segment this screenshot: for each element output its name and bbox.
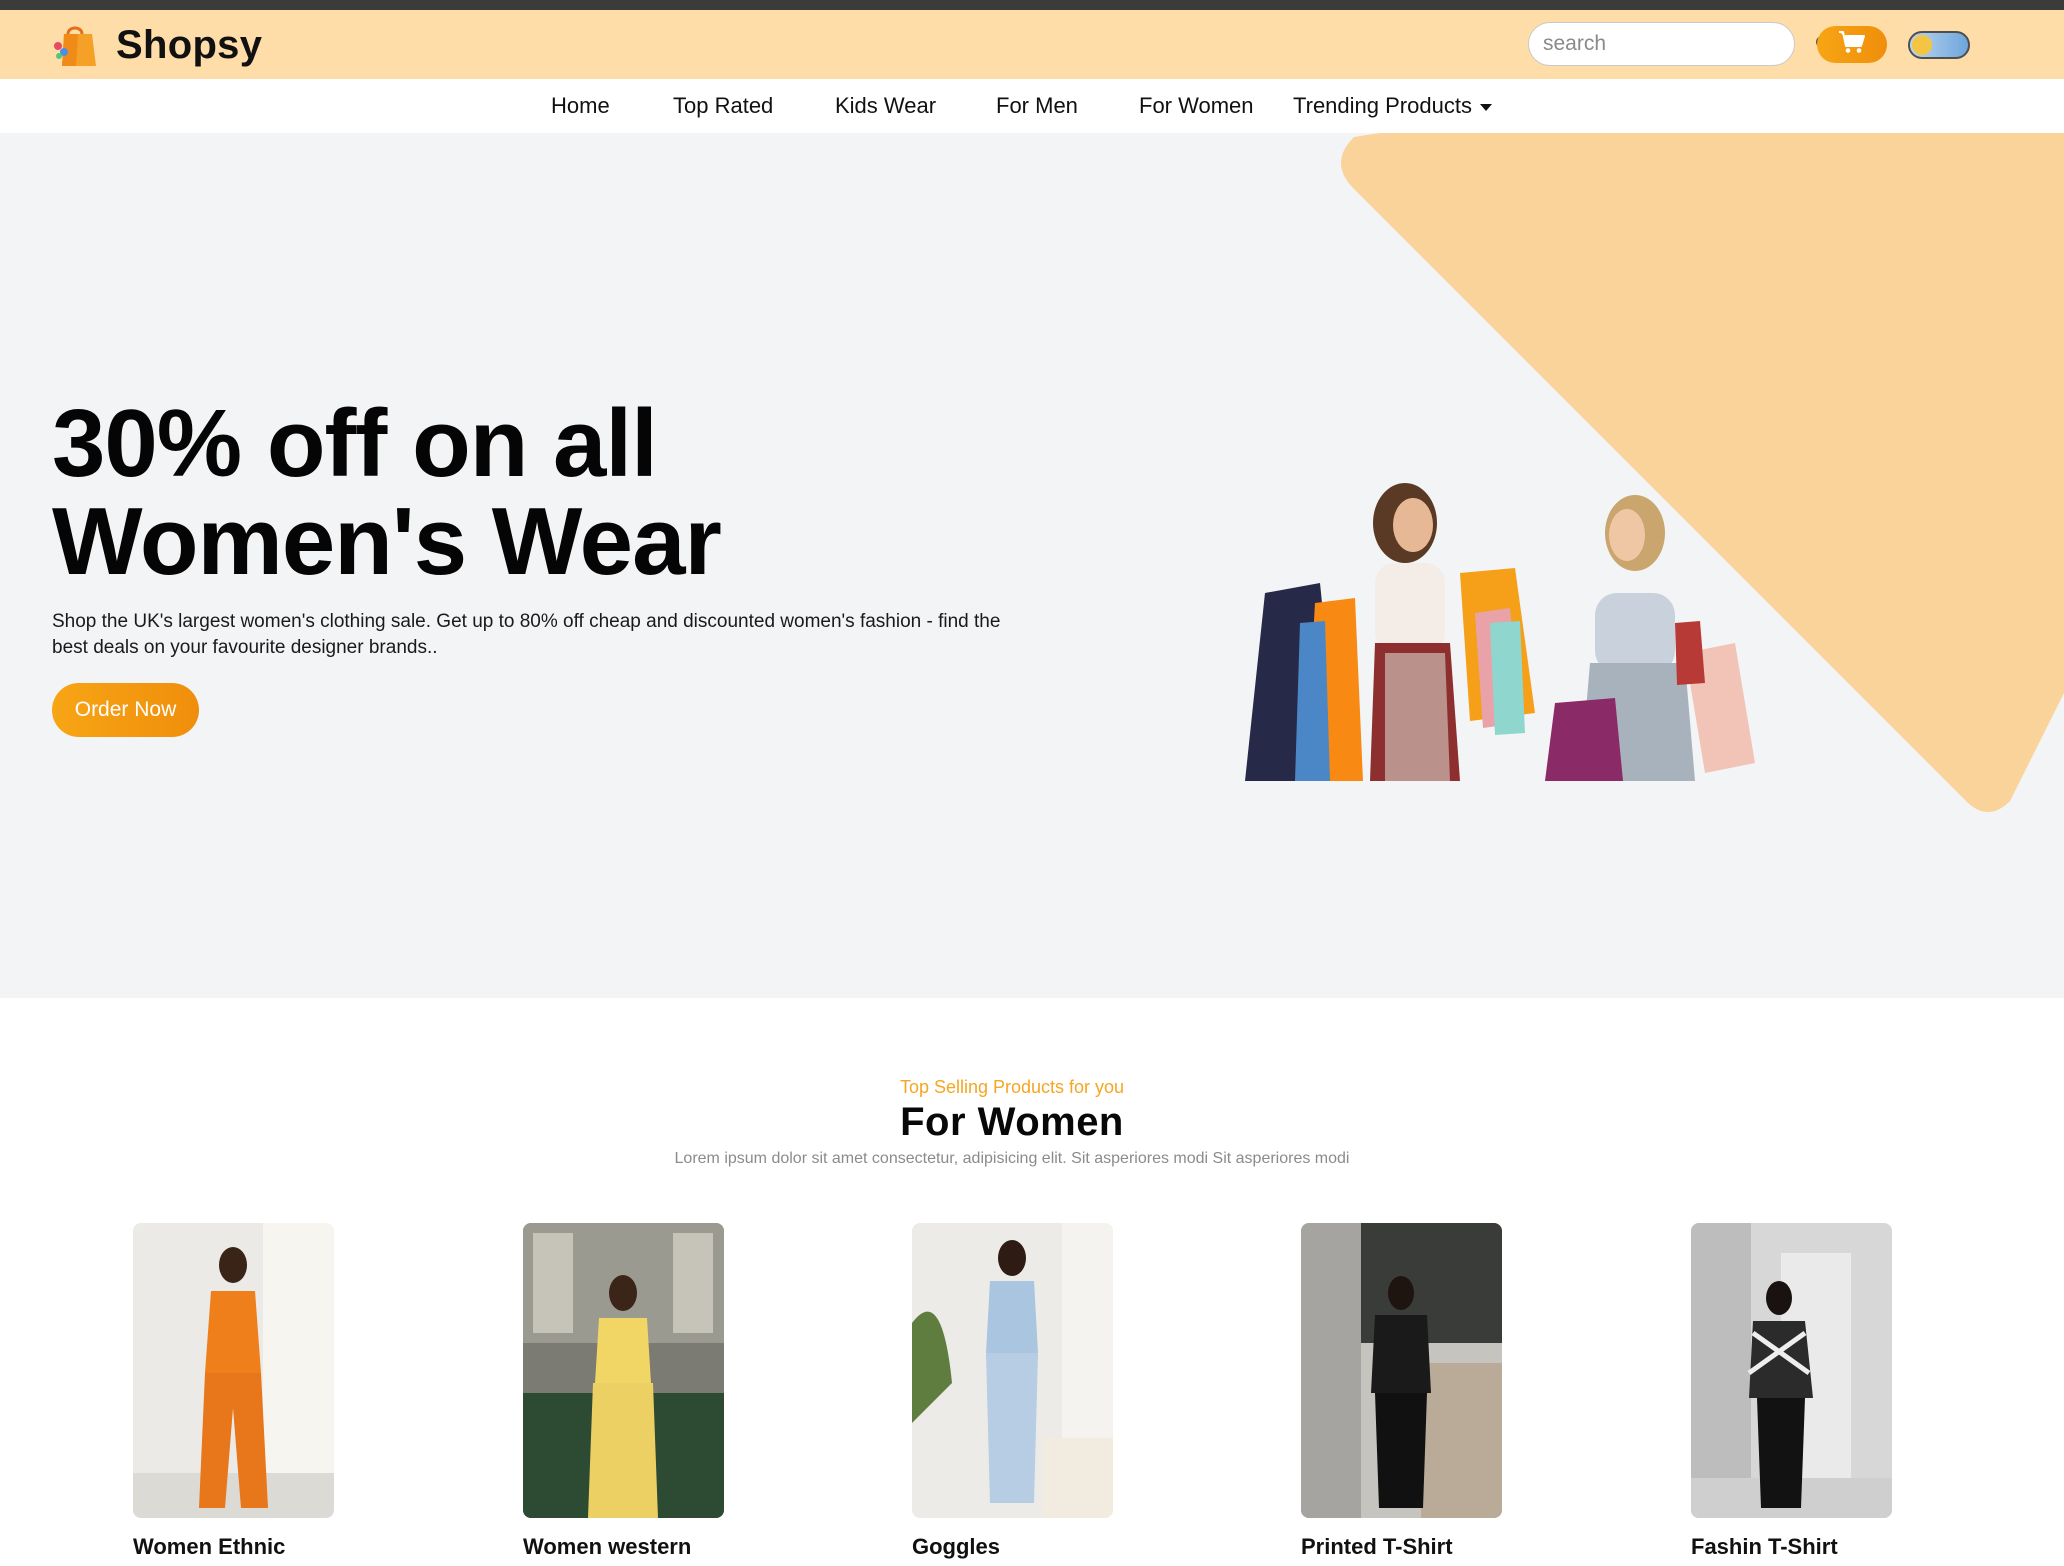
brand-name: Shopsy bbox=[116, 22, 263, 67]
main-nav: Home Top Rated Kids Wear For Men For Wom… bbox=[0, 79, 2064, 133]
nav-item-top-rated[interactable]: Top Rated bbox=[673, 79, 773, 133]
product-image[interactable] bbox=[912, 1223, 1113, 1518]
nav-item-label: Trending Products bbox=[1293, 93, 1472, 118]
cart-button[interactable] bbox=[1817, 26, 1887, 63]
search-input[interactable] bbox=[1543, 32, 1814, 56]
product-image[interactable] bbox=[133, 1223, 334, 1518]
product-card[interactable]: Women Ethnic bbox=[133, 1223, 334, 1559]
product-card[interactable]: Fashin T-Shirt bbox=[1691, 1223, 1892, 1559]
hero-shoppers-image bbox=[1245, 483, 1755, 781]
product-name[interactable]: Goggles bbox=[912, 1534, 1000, 1560]
header: Shopsy bbox=[0, 10, 2064, 79]
product-image[interactable] bbox=[1691, 1223, 1892, 1518]
product-card[interactable]: Printed T-Shirt bbox=[1301, 1223, 1502, 1559]
product-image[interactable] bbox=[1301, 1223, 1502, 1518]
hero-banner: 30% off on all Women's Wear Shop the UK'… bbox=[0, 133, 2064, 998]
search-box[interactable] bbox=[1528, 22, 1833, 66]
nav-item-trending-products[interactable]: Trending Products bbox=[1293, 79, 1492, 133]
sun-icon bbox=[1912, 35, 1932, 55]
logo[interactable]: Shopsy bbox=[52, 20, 262, 70]
cart-icon bbox=[1838, 30, 1866, 59]
caret-down-icon bbox=[1479, 103, 1492, 111]
dark-mode-toggle[interactable] bbox=[1908, 31, 1970, 59]
section-title: For Women bbox=[900, 1100, 1124, 1144]
product-name[interactable]: Fashin T-Shirt bbox=[1691, 1534, 1838, 1560]
section-subtitle: Top Selling Products for you bbox=[899, 1077, 1125, 1097]
hero-title: 30% off on all Women's Wear bbox=[52, 390, 722, 595]
order-now-button[interactable]: Order Now bbox=[52, 683, 199, 737]
product-card[interactable]: Goggles bbox=[912, 1223, 1113, 1559]
product-name[interactable]: Printed T-Shirt bbox=[1301, 1534, 1453, 1560]
nav-item-for-women[interactable]: For Women bbox=[1139, 79, 1254, 133]
section-description: Lorem ipsum dolor sit amet consectetur, … bbox=[674, 1150, 1350, 1167]
product-name[interactable]: Women western bbox=[523, 1534, 691, 1560]
shopping-bag-icon bbox=[52, 20, 102, 70]
product-image[interactable] bbox=[523, 1223, 724, 1518]
hero-description: Shop the UK's largest women's clothing s… bbox=[52, 611, 1001, 658]
nav-item-home[interactable]: Home bbox=[551, 79, 610, 133]
nav-item-for-men[interactable]: For Men bbox=[996, 79, 1078, 133]
product-name[interactable]: Women Ethnic bbox=[133, 1534, 285, 1560]
nav-item-kids-wear[interactable]: Kids Wear bbox=[835, 79, 936, 133]
browser-top-strip bbox=[0, 0, 2064, 10]
product-card[interactable]: Women western bbox=[523, 1223, 724, 1559]
